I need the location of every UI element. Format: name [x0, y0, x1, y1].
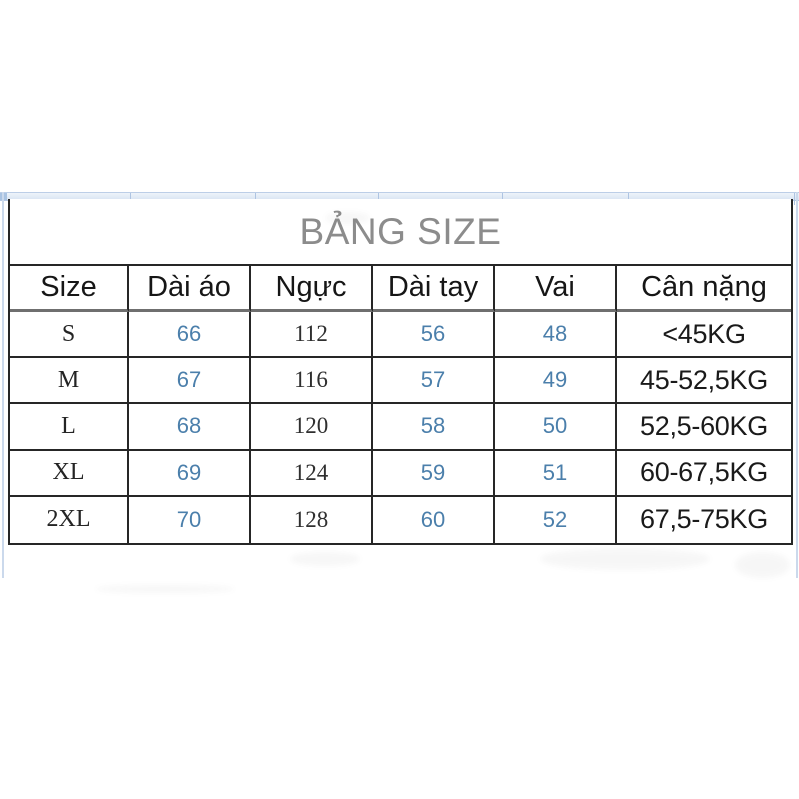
cell-dai-ao-2xl: 70 [129, 497, 251, 543]
column-header-dai-tay: Dài tay [373, 266, 495, 312]
watermark-smudge [290, 552, 360, 566]
size-chart-page: BẢNG SIZE Size Dài áo Ngực Dài tay Vai C… [0, 0, 799, 799]
cell-vai-l: 50 [495, 404, 617, 450]
column-header-size: Size [10, 266, 129, 312]
column-header-can-nang: Cân nặng [617, 266, 791, 312]
cell-can-nang-l: 52,5-60KG [617, 404, 791, 450]
watermark-smudge [735, 552, 790, 578]
cell-can-nang-2xl: 67,5-75KG [617, 497, 791, 543]
cell-dai-ao-l: 68 [129, 404, 251, 450]
size-chart-title: BẢNG SIZE [300, 211, 502, 253]
cell-nguc-2xl: 128 [251, 497, 373, 543]
cell-nguc-s: 112 [251, 312, 373, 358]
cell-vai-s: 48 [495, 312, 617, 358]
cell-nguc-m: 116 [251, 358, 373, 404]
cell-can-nang-s: <45KG [617, 312, 791, 358]
column-header-dai-ao: Dài áo [129, 266, 251, 312]
cell-can-nang-m: 45-52,5KG [617, 358, 791, 404]
cell-dai-tay-l: 58 [373, 404, 495, 450]
cell-dai-tay-2xl: 60 [373, 497, 495, 543]
cell-nguc-xl: 124 [251, 451, 373, 497]
column-header-vai: Vai [495, 266, 617, 312]
column-header-nguc: Ngực [251, 266, 373, 312]
cell-size-s: S [10, 312, 129, 358]
cell-dai-tay-s: 56 [373, 312, 495, 358]
cell-size-2xl: 2XL [10, 497, 129, 543]
gridline-right-edge [796, 192, 798, 578]
cell-vai-2xl: 52 [495, 497, 617, 543]
watermark-smudge [540, 548, 710, 570]
cell-vai-m: 49 [495, 358, 617, 404]
cell-can-nang-xl: 60-67,5KG [617, 451, 791, 497]
cell-dai-tay-xl: 59 [373, 451, 495, 497]
cell-size-m: M [10, 358, 129, 404]
cell-size-l: L [10, 404, 129, 450]
watermark-smudge [95, 585, 235, 593]
gridline-left-edge [2, 192, 4, 578]
cell-dai-ao-xl: 69 [129, 451, 251, 497]
size-chart-title-row: BẢNG SIZE [10, 199, 791, 266]
cell-dai-tay-m: 57 [373, 358, 495, 404]
size-chart-table: BẢNG SIZE Size Dài áo Ngực Dài tay Vai C… [8, 199, 793, 545]
cell-dai-ao-m: 67 [129, 358, 251, 404]
cell-dai-ao-s: 66 [129, 312, 251, 358]
cell-size-xl: XL [10, 451, 129, 497]
cell-nguc-l: 120 [251, 404, 373, 450]
cell-vai-xl: 51 [495, 451, 617, 497]
gridline-tick [794, 193, 795, 205]
size-chart-grid: Size Dài áo Ngực Dài tay Vai Cân nặng S … [10, 266, 791, 543]
